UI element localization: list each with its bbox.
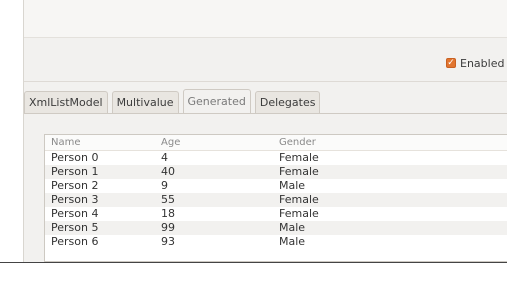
cell-gender: Female	[279, 151, 319, 164]
tab-multivalue[interactable]: Multivalue	[111, 91, 179, 113]
cell-age: 99	[161, 221, 175, 234]
tab-xmllistmodel[interactable]: XmlListModel	[24, 91, 108, 113]
cell-gender: Male	[279, 179, 306, 192]
cell-name: Person 2	[51, 179, 99, 192]
column-header-age[interactable]: Age	[161, 137, 180, 148]
tab-generated[interactable]: Generated	[182, 89, 251, 113]
cell-name: Person 3	[51, 193, 99, 206]
cell-gender: Male	[279, 221, 306, 234]
table-row[interactable]: Person 2 9 Male	[45, 179, 507, 193]
cell-name: Person 5	[51, 221, 99, 234]
cell-age: 18	[161, 207, 175, 220]
tab-content-panel: Name Age Gender Person 0 4 Female Person…	[24, 113, 507, 262]
people-table[interactable]: Name Age Gender Person 0 4 Female Person…	[44, 134, 507, 262]
table-row[interactable]: Person 3 55 Female	[45, 193, 507, 207]
table-row[interactable]: Person 5 99 Male	[45, 221, 507, 235]
cell-age: 4	[161, 151, 168, 164]
table-body: Person 0 4 Female Person 1 40 Female Per…	[45, 151, 507, 249]
screenshot-bottom-margin	[0, 263, 507, 290]
app-window: ✓ Enabled XmlListModel Multivalue Genera…	[23, 0, 507, 262]
column-header-gender[interactable]: Gender	[279, 137, 316, 148]
table-row[interactable]: Person 6 93 Male	[45, 235, 507, 249]
cell-age: 55	[161, 193, 175, 206]
checkbox-checked-icon[interactable]: ✓	[446, 58, 456, 68]
table-header: Name Age Gender	[45, 135, 507, 151]
column-header-name[interactable]: Name	[51, 137, 81, 148]
table-row[interactable]: Person 0 4 Female	[45, 151, 507, 165]
cell-age: 9	[161, 179, 168, 192]
title-bar	[24, 0, 507, 38]
cell-gender: Male	[279, 235, 306, 248]
table-row[interactable]: Person 4 18 Female	[45, 207, 507, 221]
tab-delegates[interactable]: Delegates	[254, 91, 321, 113]
cell-name: Person 6	[51, 235, 99, 248]
table-row[interactable]: Person 1 40 Female	[45, 165, 507, 179]
cell-gender: Female	[279, 165, 319, 178]
toolbar	[24, 38, 507, 82]
cell-name: Person 1	[51, 165, 99, 178]
cell-gender: Female	[279, 193, 319, 206]
cell-age: 93	[161, 235, 175, 248]
tab-bar: XmlListModel Multivalue Generated Delega…	[24, 89, 324, 113]
cell-age: 40	[161, 165, 175, 178]
cell-name: Person 0	[51, 151, 99, 164]
cell-name: Person 4	[51, 207, 99, 220]
enabled-checkbox-control[interactable]: ✓ Enabled	[446, 56, 504, 70]
cell-gender: Female	[279, 207, 319, 220]
enabled-label: Enabled	[460, 56, 505, 70]
